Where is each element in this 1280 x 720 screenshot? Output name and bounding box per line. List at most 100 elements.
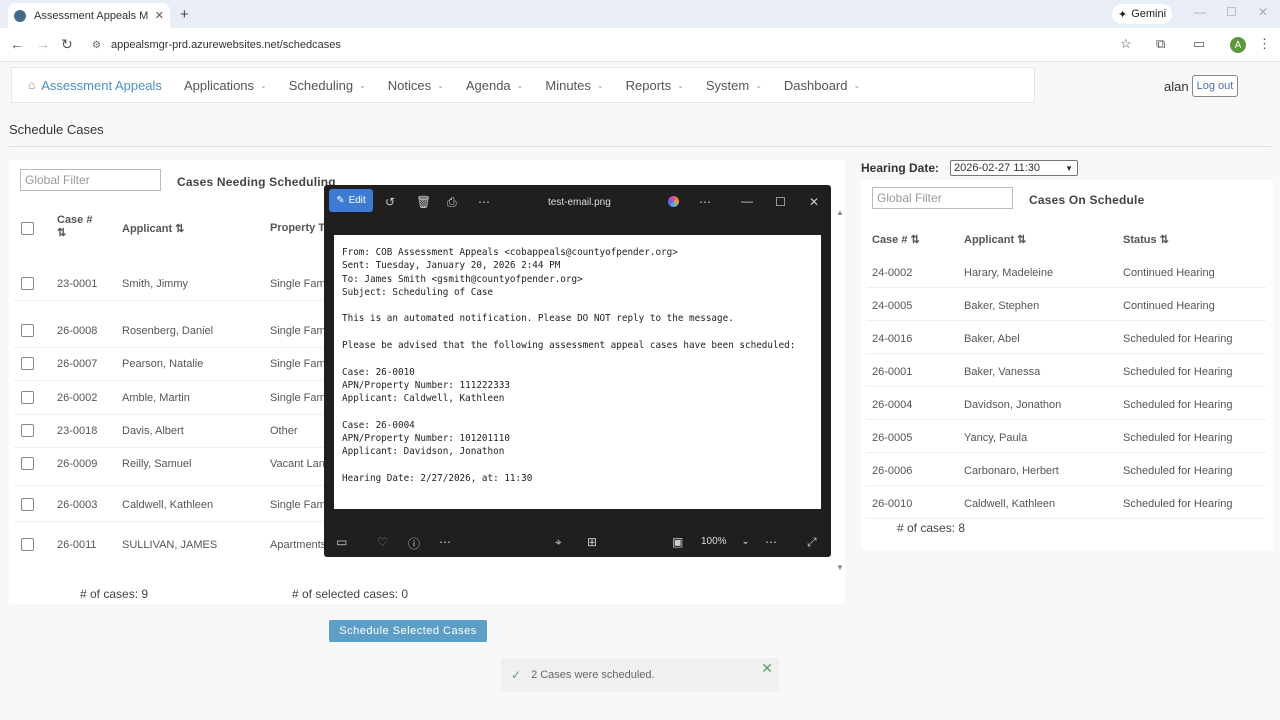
address-bar[interactable]: ⚙ appealsmgr-prd.azurewebsites.net/sched… xyxy=(84,33,1144,57)
row-checkbox[interactable] xyxy=(21,324,34,337)
bottom-more-icon[interactable]: ⋯ xyxy=(439,535,451,549)
count-label: # of selected cases: xyxy=(292,587,399,601)
hearing-date-select[interactable]: 2026-02-27 11:30 ▼ xyxy=(950,160,1078,176)
menu-label: Scheduling xyxy=(288,77,354,93)
chevron-down-icon: ⌄ xyxy=(755,80,762,90)
sort-icon[interactable]: ⇅ xyxy=(175,223,184,235)
site-info-icon[interactable]: ⚙ xyxy=(92,40,101,51)
column-label: Case # xyxy=(57,214,93,226)
cell-case: 24-0016 xyxy=(872,333,913,345)
sort-icon[interactable]: ⇅ xyxy=(1017,234,1026,246)
column-label: Status xyxy=(1123,234,1157,246)
more-icon[interactable]: ⋯ xyxy=(478,195,490,209)
select-all-checkbox[interactable] xyxy=(21,222,34,235)
text-select-icon[interactable]: ⊞ xyxy=(587,535,597,549)
row-checkbox[interactable] xyxy=(21,391,34,404)
menu-agenda[interactable]: Agenda ⌄ xyxy=(466,78,524,93)
cell-case: 26-0001 xyxy=(872,366,913,378)
edit-button[interactable]: ✎ Edit xyxy=(329,189,373,212)
cell-case: 24-0002 xyxy=(872,267,913,279)
viewer-maximize-icon[interactable]: ☐ xyxy=(775,195,786,209)
menu-notices[interactable]: Notices ⌄ xyxy=(388,78,444,93)
fit-window-icon[interactable]: ▣ xyxy=(672,535,683,549)
cell-applicant: Harary, Madeleine xyxy=(964,267,1054,279)
scroll-down-icon[interactable]: ▼ xyxy=(836,563,844,572)
count-label: # of cases: xyxy=(897,521,956,535)
menu-applications[interactable]: Applications ⌄ xyxy=(184,78,267,93)
column-header-case[interactable]: Case # ⇅ xyxy=(57,214,92,239)
copilot-icon[interactable] xyxy=(668,196,679,207)
row-checkbox[interactable] xyxy=(21,277,34,290)
menu-reports[interactable]: Reports ⌄ xyxy=(626,78,684,93)
cell-case: 26-0007 xyxy=(57,358,98,370)
print-icon[interactable]: ⎙ xyxy=(447,195,457,210)
menu-dashboard[interactable]: Dashboard ⌄ xyxy=(784,78,860,93)
cell-case: 26-0005 xyxy=(872,432,913,444)
profile-avatar[interactable]: A xyxy=(1230,37,1246,53)
filmstrip-icon[interactable]: ▭ xyxy=(336,535,347,549)
menu-system[interactable]: System ⌄ xyxy=(706,78,762,93)
side-panel-icon[interactable]: ▭ xyxy=(1193,36,1205,52)
sort-icon[interactable]: ⇅ xyxy=(1160,234,1169,246)
new-tab-button[interactable]: + xyxy=(180,6,189,23)
visual-search-icon[interactable]: ⌖ xyxy=(555,535,562,550)
sort-icon[interactable]: ⇅ xyxy=(57,227,66,239)
brand-link[interactable]: ⌂ Assessment Appeals xyxy=(28,78,162,93)
zoom-more-icon[interactable]: ⋯ xyxy=(765,535,777,549)
email-line: Please be advised that the following ass… xyxy=(342,340,796,352)
logout-button[interactable]: Log out xyxy=(1192,75,1238,97)
column-header-applicant[interactable]: Applicant ⇅ xyxy=(964,233,1026,246)
reload-icon[interactable]: ↻ xyxy=(61,36,73,53)
column-header-property[interactable]: Property T xyxy=(270,222,325,234)
menu-minutes[interactable]: Minutes ⌄ xyxy=(545,78,603,93)
schedule-selected-button[interactable]: Schedule Selected Cases xyxy=(329,620,487,642)
tab-close-icon[interactable]: ✕ xyxy=(155,9,164,22)
cell-case: 24-0005 xyxy=(872,300,913,312)
column-header-case[interactable]: Case # ⇅ xyxy=(872,233,920,246)
delete-icon[interactable]: 🗑 xyxy=(416,195,431,209)
minimize-icon[interactable]: — xyxy=(1194,5,1206,19)
column-header-applicant[interactable]: Applicant ⇅ xyxy=(122,222,184,235)
menu-scheduling[interactable]: Scheduling ⌄ xyxy=(289,78,366,93)
fullscreen-icon[interactable]: ⤢ xyxy=(807,535,817,550)
gemini-button[interactable]: ✦ Gemini xyxy=(1112,4,1172,24)
bookmark-star-icon[interactable]: ☆ xyxy=(1120,36,1132,52)
row-checkbox[interactable] xyxy=(21,357,34,370)
maximize-icon[interactable]: ☐ xyxy=(1226,5,1237,19)
column-label: Case # xyxy=(872,234,908,246)
left-global-filter-input[interactable]: Global Filter xyxy=(20,169,161,191)
viewer-more-icon[interactable]: ⋯ xyxy=(699,195,711,209)
zoom-level[interactable]: 100% ⌄ xyxy=(701,536,750,547)
cell-applicant: Baker, Stephen xyxy=(964,300,1040,312)
chevron-down-icon: ⌄ xyxy=(437,80,444,90)
row-checkbox[interactable] xyxy=(21,424,34,437)
row-checkbox[interactable] xyxy=(21,498,34,511)
brand-label: Assessment Appeals xyxy=(41,77,162,93)
divider xyxy=(9,146,1271,147)
email-line: Applicant: Caldwell, Kathleen xyxy=(342,393,505,405)
right-global-filter-input[interactable]: Global Filter xyxy=(872,187,1013,209)
cell-status: Scheduled for Hearing xyxy=(1123,432,1233,444)
column-header-status[interactable]: Status ⇅ xyxy=(1123,233,1169,246)
back-icon[interactable]: ← xyxy=(10,36,24,52)
info-icon[interactable]: ⓘ xyxy=(408,535,420,552)
extensions-icon[interactable]: ⧉ xyxy=(1156,36,1165,52)
row-checkbox[interactable] xyxy=(21,457,34,470)
browser-menu-icon[interactable]: ⋮ xyxy=(1258,36,1271,52)
viewer-minimize-icon[interactable]: — xyxy=(741,194,753,208)
rotate-icon[interactable]: ↺ xyxy=(385,195,395,209)
favorite-heart-icon[interactable]: ♡ xyxy=(377,535,388,549)
toast-close-icon[interactable]: ✕ xyxy=(761,660,773,677)
close-window-icon[interactable]: ✕ xyxy=(1258,5,1268,19)
browser-tab[interactable]: Assessment Appeals Managem ✕ xyxy=(8,3,170,28)
cell-case: 26-0003 xyxy=(57,499,98,511)
sort-icon[interactable]: ⇅ xyxy=(910,234,919,246)
cell-applicant: Rosenberg, Daniel xyxy=(122,325,214,337)
cell-property: Other xyxy=(270,425,298,437)
forward-icon[interactable]: → xyxy=(36,36,50,52)
row-checkbox[interactable] xyxy=(21,538,34,551)
scroll-up-icon[interactable]: ▲ xyxy=(836,208,844,217)
viewer-close-icon[interactable]: ✕ xyxy=(809,195,819,209)
cell-property: Vacant Lan xyxy=(270,458,325,470)
row-divider xyxy=(866,518,1266,519)
